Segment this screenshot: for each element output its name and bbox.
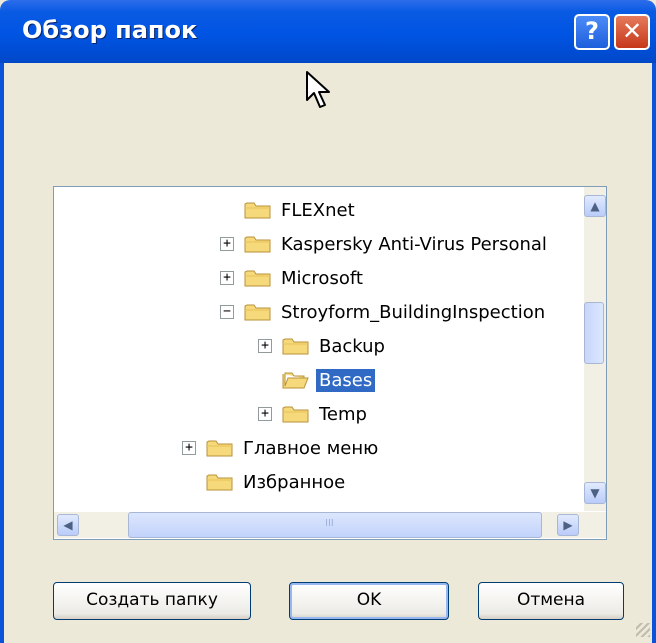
folder-icon — [206, 474, 233, 491]
window-title: Обзор папок — [22, 16, 198, 44]
scroll-right-button[interactable]: ▶ — [557, 514, 579, 536]
collapse-toggle[interactable]: − — [220, 305, 234, 319]
help-button[interactable]: ? — [574, 14, 610, 50]
tree-item-stroyform[interactable]: − Stroyform_BuildingInspection — [220, 297, 548, 327]
folder-icon — [282, 406, 309, 423]
tree-item-bases[interactable]: Bases — [282, 365, 376, 395]
scroll-left-button[interactable]: ◀ — [57, 514, 79, 536]
tree-item-label: FLEXnet — [281, 199, 355, 221]
title-bar[interactable]: Обзор папок ? ✕ — [0, 0, 656, 63]
tree-item-favorites[interactable]: Избранное — [206, 467, 348, 497]
tree-item-temp[interactable]: + Temp — [258, 399, 370, 429]
new-folder-button[interactable]: Создать папку — [53, 582, 251, 620]
expand-toggle[interactable]: + — [258, 339, 272, 353]
tree-item-flexnet[interactable]: FLEXnet — [244, 195, 358, 225]
close-button[interactable]: ✕ — [614, 14, 650, 50]
expand-toggle[interactable]: + — [220, 271, 234, 285]
scroll-up-button[interactable]: ▲ — [584, 195, 606, 217]
tree-item-label: Главное меню — [243, 437, 379, 459]
window-frame-right — [652, 63, 656, 643]
tree-item-microsoft[interactable]: + Microsoft — [220, 263, 366, 293]
mouse-cursor-icon — [306, 71, 330, 108]
scroll-down-button[interactable]: ▼ — [584, 482, 606, 504]
vertical-scroll-thumb[interactable] — [584, 302, 604, 364]
folder-icon — [244, 236, 271, 253]
tree-item-label: Kaspersky Anti-Virus Personal — [281, 233, 547, 255]
tree-item-label: Temp — [319, 403, 367, 425]
folder-icon — [206, 440, 233, 457]
tree-item-label-selected: Bases — [316, 368, 376, 392]
tree-item-label: Microsoft — [281, 267, 363, 289]
folder-icon — [244, 270, 271, 287]
cancel-button[interactable]: Отмена — [478, 582, 624, 620]
tree-item-label: Backup — [319, 335, 385, 357]
tree-item-backup[interactable]: + Backup — [258, 331, 388, 361]
tree-item-kaspersky[interactable]: + Kaspersky Anti-Virus Personal — [220, 229, 550, 259]
folder-icon — [244, 304, 271, 321]
horizontal-scroll-thumb[interactable]: III — [128, 512, 542, 538]
expand-toggle[interactable]: + — [182, 441, 196, 455]
folder-tree[interactable]: FLEXnet + Kaspersky Anti-Virus Personal … — [53, 186, 607, 540]
expand-toggle[interactable]: + — [258, 407, 272, 421]
ok-button[interactable]: OK — [289, 582, 449, 620]
tree-item-main-menu[interactable]: + Главное меню — [182, 433, 381, 463]
window-frame-left — [0, 63, 4, 643]
folder-icon — [282, 338, 309, 355]
open-folder-icon — [282, 372, 309, 389]
scroll-grip: III — [325, 518, 334, 529]
resize-grip-icon[interactable] — [636, 623, 650, 637]
expand-toggle[interactable]: + — [220, 237, 234, 251]
tree-item-label: Избранное — [243, 471, 346, 493]
folder-icon — [244, 202, 271, 219]
tree-item-label: Stroyform_BuildingInspection — [281, 301, 546, 323]
